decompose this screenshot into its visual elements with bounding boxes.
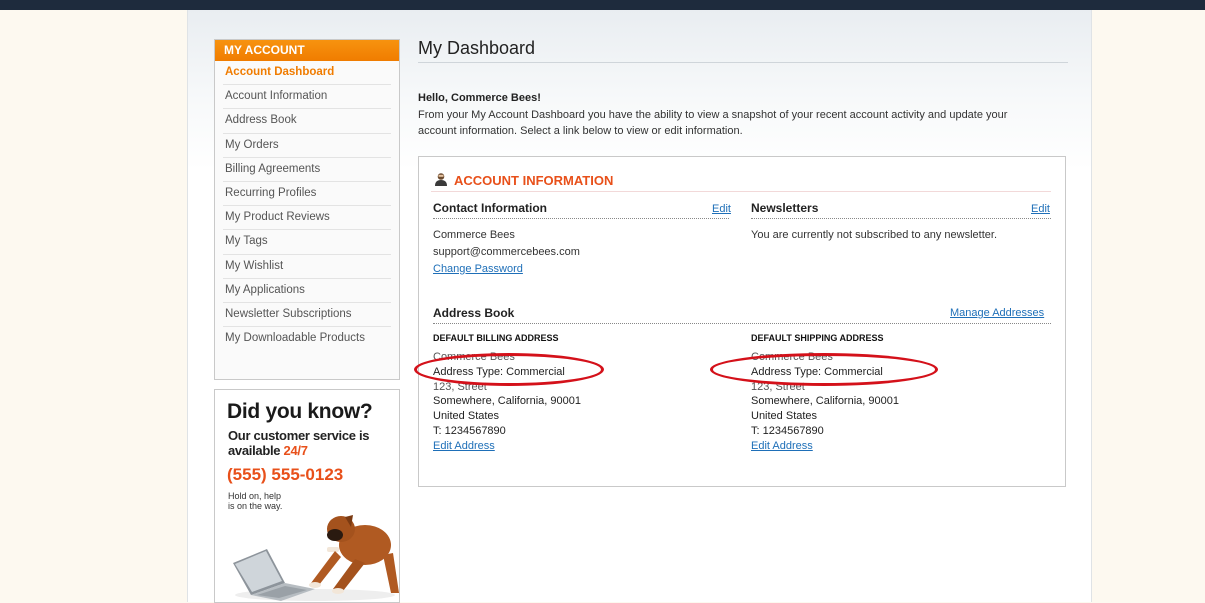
sidebar-nav: Account Dashboard Account Information Ad… [215,61,399,350]
contact-name: Commerce Bees [433,229,515,241]
newsletters-title: Newsletters [751,201,819,215]
sidebar-item-product-reviews[interactable]: My Product Reviews [223,206,391,231]
sidebar-item-my-tags[interactable]: My Tags [223,230,391,255]
intro-text: From your My Account Dashboard you have … [418,109,1008,137]
shipping-country: United States [751,410,818,423]
sidebar-item-downloadable-products[interactable]: My Downloadable Products [223,327,391,350]
edit-contact-link[interactable]: Edit [712,203,731,215]
billing-phone: T: 1234567890 [433,424,506,437]
promo-highlight: 24/7 [283,443,308,458]
shipping-phone: T: 1234567890 [751,424,824,437]
account-information-heading: ACCOUNT INFORMATION [435,173,613,188]
sidebar-item-recurring-profiles[interactable]: Recurring Profiles [223,182,391,207]
newsletters-status: You are currently not subscribed to any … [751,229,998,241]
sidebar-item-newsletter-subscriptions[interactable]: Newsletter Subscriptions [223,303,391,328]
sidebar-item-account-dashboard[interactable]: Account Dashboard [223,61,391,86]
edit-shipping-address-link[interactable]: Edit Address [751,439,899,454]
title-divider [418,62,1068,63]
manage-addresses-link[interactable]: Manage Addresses [950,307,1044,319]
promo-title: Did you know? [227,400,373,423]
greeting: Hello, Commerce Bees! [418,92,541,104]
billing-country: United States [433,410,500,423]
edit-newsletters-link[interactable]: Edit [1031,203,1050,215]
sidebar-item-my-wishlist[interactable]: My Wishlist [223,255,391,279]
sidebar-item-address-book[interactable]: Address Book [223,109,391,134]
sidebar-header: MY ACCOUNT [215,40,399,61]
contact-information-title: Contact Information [433,201,547,215]
account-sidebar: MY ACCOUNT Account Dashboard Account Inf… [214,39,400,380]
sidebar-item-billing-agreements[interactable]: Billing Agreements [223,158,391,182]
shipping-address-heading: DEFAULT SHIPPING ADDRESS [751,333,884,343]
billing-highlight-ellipse [414,353,604,386]
sidebar-item-my-applications[interactable]: My Applications [223,279,391,303]
address-book-title: Address Book [433,306,515,320]
heading-divider [431,191,1051,192]
promo-line-2: available 24/7 [228,443,308,458]
contact-email: support@commercebees.com [433,246,580,258]
promo-phone: (555) 555-0123 [227,465,344,484]
sidebar-item-account-information[interactable]: Account Information [223,85,391,110]
dog-laptop-illustration [233,515,399,601]
address-book-divider [433,323,1051,324]
sidebar-item-my-orders[interactable]: My Orders [223,134,391,158]
top-bar [0,0,1205,10]
page-title: My Dashboard [418,38,536,58]
account-information-box: ACCOUNT INFORMATION Contact Information … [414,156,1066,487]
billing-city: Somewhere, California, 90001 [433,395,581,408]
edit-billing-address-link[interactable]: Edit Address [433,439,581,454]
shipping-city: Somewhere, California, 90001 [751,395,899,408]
promo-line-2-text: available [228,443,284,458]
contact-divider [433,218,729,219]
customer-service-banner[interactable]: Did you know? Our customer service is av… [214,389,400,603]
account-information-heading-text: ACCOUNT INFORMATION [454,173,614,188]
page-wrapper: MY ACCOUNT Account Dashboard Account Inf… [187,10,1092,603]
promo-line-1: Our customer service is [228,428,370,443]
newsletters-divider [751,218,1051,219]
shipping-highlight-ellipse [710,353,938,386]
billing-address-heading: DEFAULT BILLING ADDRESS [433,333,559,343]
change-password-link[interactable]: Change Password [433,263,523,275]
